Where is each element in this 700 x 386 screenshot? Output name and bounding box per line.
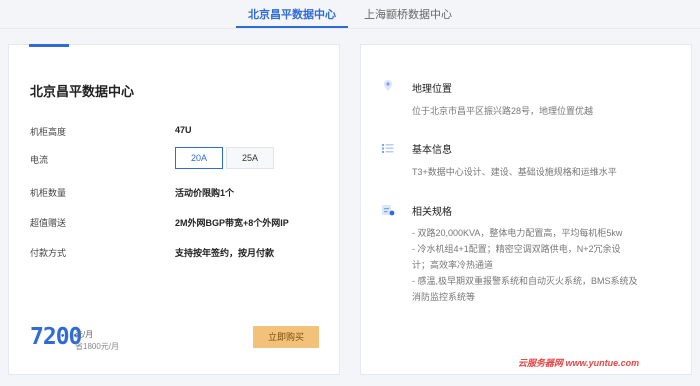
- spec-payment: 付款方式 支持按年签约，按月付款: [30, 242, 330, 262]
- price-unit: 元/月: [75, 330, 94, 339]
- tabs-divider: [0, 28, 700, 29]
- spec-value: 47U: [175, 125, 192, 135]
- spec-bonus: 超值赠送 2M外网BGP带宽+8个外网IP: [30, 212, 330, 232]
- card-accent-bar: [29, 44, 69, 47]
- spec-label: 机柜高度: [30, 127, 67, 137]
- info-basic-text: T3+数据中心设计、建设、基础设施规格和运维水平: [412, 167, 617, 177]
- buy-now-button[interactable]: 立即购买: [253, 326, 319, 348]
- price-amount: 7200: [30, 324, 82, 350]
- power-option-20a[interactable]: 20A: [175, 147, 223, 169]
- info-specs-title: 相关规格: [412, 207, 452, 218]
- spec-value: 活动价限购1个: [175, 188, 235, 198]
- power-option-25a[interactable]: 25A: [226, 147, 274, 169]
- spec-cabinet-count: 机柜数量 活动价限购1个: [30, 182, 330, 202]
- info-specs-list: - 双路20,000KVA，整体电力配置高，平均每机柜5kw - 冷水机组4+1…: [412, 225, 677, 305]
- product-title: 北京昌平数据中心: [30, 84, 135, 99]
- watermark: 云服务器网 www.yuntue.com: [518, 358, 640, 368]
- spec-line: 消防监控系统等: [412, 292, 476, 302]
- location-pin-icon: [381, 79, 395, 93]
- spec-label: 电流: [30, 155, 49, 165]
- spec-line: - 感温,极早期双重报警系统和自动灭火系统，BMS系统及: [412, 276, 638, 286]
- spec-value: 支持按年签约，按月付款: [175, 248, 275, 258]
- info-basic-title: 基本信息: [412, 145, 452, 156]
- datacenter-tabs: 北京昌平数据中心 上海颛桥数据中心: [0, 0, 700, 28]
- spec-icon: [381, 203, 395, 217]
- info-location-text: 位于北京市昌平区振兴路28号，地理位置优越: [412, 106, 594, 116]
- spec-power: 电流 20A 25A: [30, 147, 330, 171]
- tab-shanghai-zhuanqiao[interactable]: 上海颛桥数据中心: [350, 0, 466, 28]
- info-location-title: 地理位置: [412, 84, 452, 95]
- price-saving: 省1800元/月: [75, 342, 120, 351]
- spec-label: 超值赠送: [30, 218, 67, 228]
- spec-line: 计；高效率冷热通道: [412, 260, 494, 270]
- spec-line: - 双路20,000KVA，整体电力配置高，平均每机柜5kw: [412, 228, 623, 238]
- spec-value: 2M外网BGP带宽+8个外网IP: [175, 218, 289, 228]
- product-card: 北京昌平数据中心 机柜高度 47U 电流 20A 25A 机柜数量 活动价限购1…: [8, 44, 340, 375]
- spec-label: 机柜数量: [30, 188, 67, 198]
- spec-cabinet-height: 机柜高度 47U: [30, 121, 330, 141]
- spec-label: 付款方式: [30, 248, 67, 258]
- list-icon: [381, 141, 395, 155]
- info-card: 地理位置 位于北京市昌平区振兴路28号，地理位置优越 基本信息 T3+数据中心设…: [360, 44, 692, 375]
- spec-line: - 冷水机组4+1配置；精密空调双路供电，N+2冗余设: [412, 244, 621, 254]
- tab-beijing-changping[interactable]: 北京昌平数据中心: [234, 0, 350, 28]
